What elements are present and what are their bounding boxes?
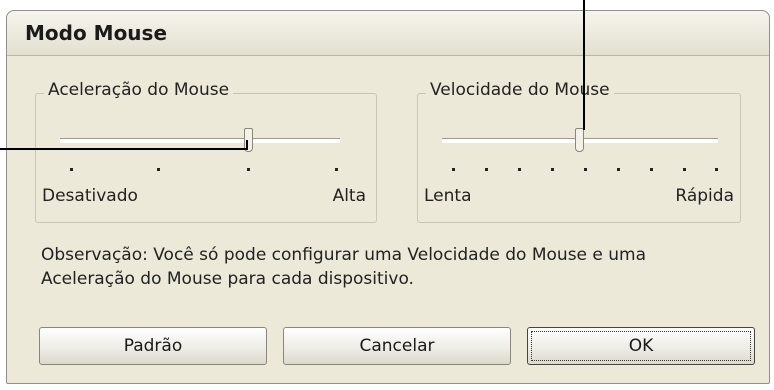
tick bbox=[584, 168, 587, 171]
acceleration-group: Aceleração do Mouse Desativado Alta bbox=[35, 80, 377, 223]
tick bbox=[452, 168, 455, 171]
tick bbox=[70, 168, 73, 171]
tick bbox=[335, 168, 338, 171]
ok-button[interactable]: OK bbox=[527, 327, 755, 365]
mouse-mode-dialog: Modo Mouse Aceleração do Mouse Desativad… bbox=[6, 10, 770, 384]
tick bbox=[715, 168, 718, 171]
tick bbox=[247, 168, 250, 171]
tick bbox=[650, 168, 653, 171]
default-button[interactable]: Padrão bbox=[39, 327, 267, 365]
speed-min-label: Lenta bbox=[424, 186, 472, 206]
speed-group: Velocidade do Mouse Lenta Rápida bbox=[417, 80, 741, 223]
tick bbox=[617, 168, 620, 171]
dialog-title: Modo Mouse bbox=[25, 21, 168, 45]
title-bar: Modo Mouse bbox=[7, 11, 769, 56]
cancel-button[interactable]: Cancelar bbox=[283, 327, 511, 365]
speed-legend: Velocidade do Mouse bbox=[426, 80, 614, 100]
tick bbox=[551, 168, 554, 171]
tick bbox=[683, 168, 686, 171]
speed-slider-thumb[interactable] bbox=[575, 128, 584, 152]
callout-line-acceleration-horizontal bbox=[0, 148, 248, 150]
acceleration-min-label: Desativado bbox=[42, 186, 138, 206]
tick bbox=[157, 168, 160, 171]
callout-line-speed bbox=[583, 0, 585, 130]
observation-note: Observação: Você só pode configurar uma … bbox=[41, 245, 647, 289]
tick bbox=[485, 168, 488, 171]
tick bbox=[518, 168, 521, 171]
acceleration-legend: Aceleração do Mouse bbox=[44, 80, 234, 100]
acceleration-slider-track[interactable] bbox=[60, 138, 340, 143]
acceleration-max-label: Alta bbox=[332, 186, 366, 206]
speed-max-label: Rápida bbox=[675, 186, 734, 206]
callout-line-acceleration-vertical bbox=[246, 140, 248, 150]
